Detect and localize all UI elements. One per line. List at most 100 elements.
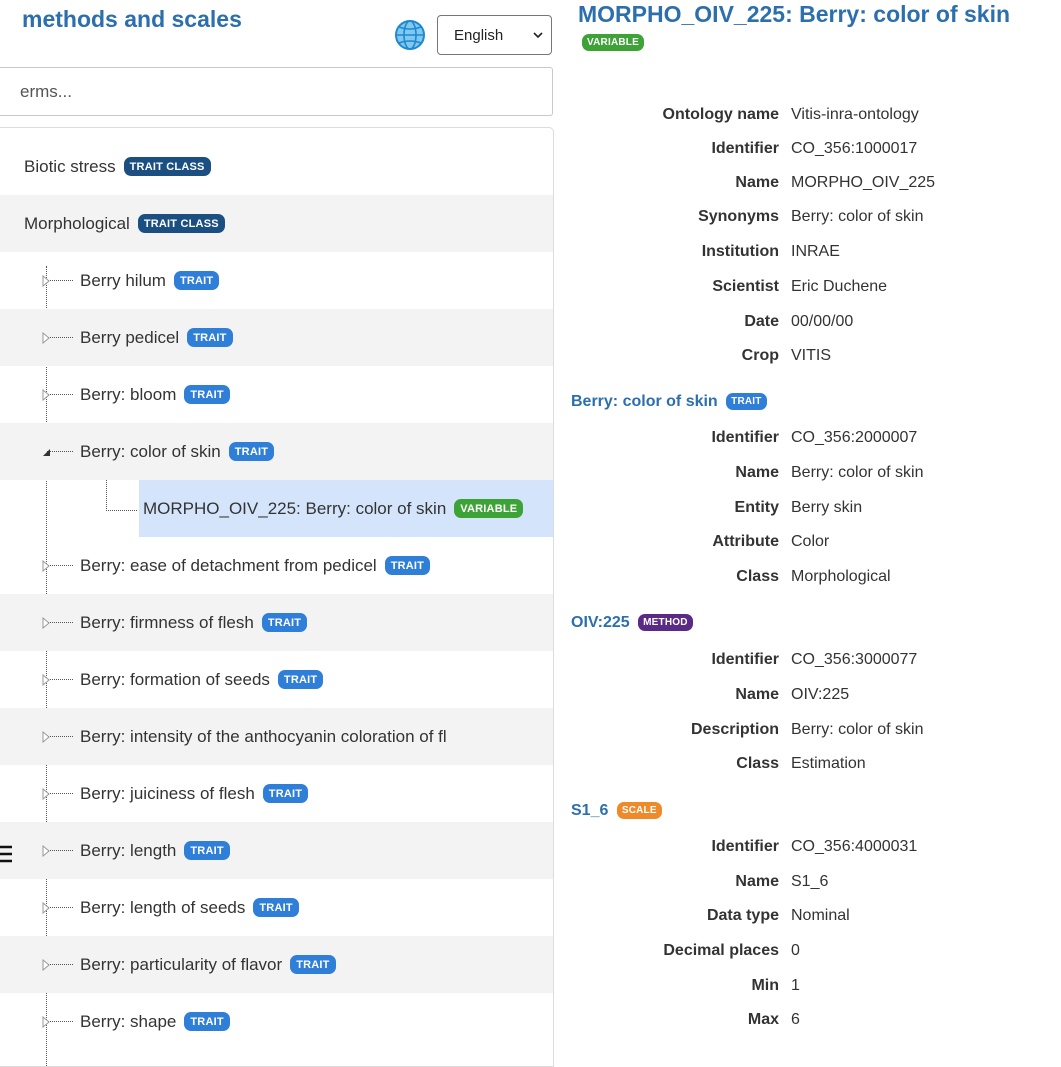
property-value: CO_356:4000031 bbox=[791, 838, 918, 855]
property-label: Name bbox=[735, 174, 779, 191]
property-label: Min bbox=[751, 977, 779, 994]
method-badge: METHOD bbox=[638, 614, 693, 632]
property-label: Synonyms bbox=[698, 208, 779, 225]
triangle-icon[interactable] bbox=[41, 959, 51, 971]
tree-node-label: MORPHO_OIV_225: Berry: color of skin bbox=[143, 498, 447, 518]
property-row: Identifier CO_356:2000007 bbox=[571, 426, 1051, 450]
triangle-down-icon[interactable] bbox=[41, 446, 51, 458]
property-row: Min 1 bbox=[571, 974, 1051, 998]
property-value: Nominal bbox=[791, 907, 850, 924]
tree-node-berry-shape[interactable]: Berry: shape TRAIT bbox=[0, 993, 553, 1050]
tree-node-berry-pedicel[interactable]: Berry pedicel TRAIT bbox=[0, 309, 553, 366]
property-value: OIV:225 bbox=[791, 686, 850, 703]
triangle-icon[interactable] bbox=[41, 788, 51, 800]
tree-node-berry-length-of-seeds[interactable]: Berry: length of seeds TRAIT bbox=[0, 879, 553, 936]
tree-node-berry-hilum[interactable]: Berry hilum TRAIT bbox=[0, 252, 553, 309]
property-label: Name bbox=[735, 464, 779, 481]
language-select[interactable]: English bbox=[437, 15, 552, 55]
tree-node-berry-firmness-of-flesh[interactable]: Berry: firmness of flesh TRAIT bbox=[0, 594, 553, 651]
triangle-icon[interactable] bbox=[41, 731, 51, 743]
scale-section-header[interactable]: S1_6 SCALE bbox=[571, 802, 662, 820]
triangle-icon[interactable] bbox=[41, 845, 51, 857]
triangle-icon[interactable] bbox=[41, 1016, 51, 1028]
property-value: Berry: color of skin bbox=[791, 464, 924, 481]
menu-icon[interactable] bbox=[0, 843, 16, 865]
trait-badge: TRAIT bbox=[384, 556, 431, 575]
trait-section-header[interactable]: Berry: color of skin TRAIT bbox=[571, 393, 767, 411]
tree-node-berry-juiciness-of-flesh[interactable]: Berry: juiciness of flesh TRAIT bbox=[0, 765, 553, 822]
property-label: Decimal places bbox=[663, 942, 779, 959]
property-value: Berry skin bbox=[791, 499, 863, 516]
trait-badge: TRAIT bbox=[261, 613, 308, 632]
trait-badge: TRAIT bbox=[187, 328, 233, 347]
trait-badge: TRAIT bbox=[277, 670, 324, 689]
tree-node-label: Berry: shape bbox=[80, 1011, 177, 1031]
property-row: Entity Berry skin bbox=[571, 496, 1051, 520]
tree-node-berry-particularity-of-flavor[interactable]: Berry: particularity of flavor TRAIT bbox=[0, 936, 553, 993]
property-row: Description Berry: color of skin bbox=[571, 718, 1051, 742]
variable-badge: VARIABLE bbox=[454, 499, 524, 518]
triangle-icon[interactable] bbox=[41, 902, 51, 914]
property-label: Identifier bbox=[711, 140, 779, 157]
triangle-icon[interactable] bbox=[41, 389, 51, 401]
tree-node-biotic-stress[interactable]: Biotic stress TRAIT CLASS bbox=[0, 138, 553, 195]
triangle-icon[interactable] bbox=[41, 674, 51, 686]
property-label: Identifier bbox=[711, 838, 779, 855]
tree-node-morpho-oiv-225[interactable]: MORPHO_OIV_225: Berry: color of skin VAR… bbox=[0, 480, 553, 537]
tree-node-morphological[interactable]: Morphological TRAIT CLASS bbox=[0, 195, 553, 252]
tree-node-label: Berry: firmness of flesh bbox=[80, 612, 254, 632]
property-row: Ontology name Vitis-inra-ontology bbox=[571, 103, 1051, 127]
tree-node-label: Berry pedicel bbox=[80, 327, 180, 347]
property-label: Date bbox=[744, 313, 779, 330]
property-row: Max 6 bbox=[571, 1008, 1051, 1032]
property-label: Entity bbox=[734, 499, 779, 516]
tree-node-berry-length[interactable]: Berry: length TRAIT bbox=[0, 822, 553, 879]
triangle-icon[interactable] bbox=[41, 275, 51, 287]
tree-node-berry-color-of-skin[interactable]: Berry: color of skin TRAIT bbox=[0, 423, 553, 480]
property-row: Date 00/00/00 bbox=[571, 310, 1051, 334]
tree-node-berry-bloom[interactable]: Berry: bloom TRAIT bbox=[0, 366, 553, 423]
property-label: Data type bbox=[706, 907, 779, 924]
globe-icon[interactable] bbox=[393, 18, 427, 52]
triangle-icon[interactable] bbox=[41, 332, 51, 344]
tree-node-label: Berry: formation of seeds bbox=[80, 669, 270, 689]
property-value: CO_356:2000007 bbox=[791, 429, 918, 446]
property-value: VITIS bbox=[791, 347, 832, 364]
trait-badge: TRAIT bbox=[726, 393, 767, 411]
property-value: Vitis-inra-ontology bbox=[791, 106, 919, 123]
property-value: 00/00/00 bbox=[791, 313, 854, 330]
trait-badge: TRAIT bbox=[184, 385, 230, 404]
search-input[interactable] bbox=[0, 67, 553, 116]
triangle-icon[interactable] bbox=[41, 617, 51, 629]
property-label: Description bbox=[690, 721, 779, 738]
trait-badge: TRAIT bbox=[253, 898, 299, 917]
property-row: Synonyms Berry: color of skin bbox=[571, 205, 1051, 229]
property-value: 0 bbox=[791, 942, 800, 959]
property-row: Name S1_6 bbox=[571, 870, 1051, 894]
property-value: 1 bbox=[791, 977, 800, 994]
triangle-icon[interactable] bbox=[41, 560, 51, 572]
detail-title-text: MORPHO_OIV_225: Berry: color of skin bbox=[578, 1, 1011, 27]
method-section-header[interactable]: OIV:225 METHOD bbox=[571, 614, 693, 632]
tree-node-berry-ease-of-detachment[interactable]: Berry: ease of detachment from pedicel T… bbox=[0, 537, 553, 594]
property-label: Name bbox=[735, 686, 779, 703]
property-row: Decimal places 0 bbox=[571, 939, 1051, 963]
tree-node-label: Berry: length of seeds bbox=[80, 897, 246, 917]
tree-node-label: Berry hilum bbox=[80, 270, 166, 290]
property-row: Name Berry: color of skin bbox=[571, 461, 1051, 485]
property-row: Identifier CO_356:3000077 bbox=[571, 648, 1051, 672]
property-row: Attribute Color bbox=[571, 530, 1051, 554]
property-label: Institution bbox=[701, 243, 779, 260]
property-row: Identifier CO_356:1000017 bbox=[571, 137, 1051, 161]
tree-node-label: Berry: length bbox=[80, 840, 177, 860]
property-value: CO_356:1000017 bbox=[791, 140, 918, 157]
property-label: Class bbox=[736, 755, 779, 772]
scale-badge: SCALE bbox=[616, 802, 662, 820]
property-value: 6 bbox=[791, 1011, 800, 1028]
chevron-down-icon bbox=[533, 32, 543, 39]
variable-badge: VARIABLE bbox=[582, 34, 644, 52]
property-row: Identifier CO_356:4000031 bbox=[571, 835, 1051, 859]
tree-node-label: Berry: intensity of the anthocyanin colo… bbox=[80, 726, 447, 746]
tree-node-berry-anthocyanin-coloration[interactable]: Berry: intensity of the anthocyanin colo… bbox=[0, 708, 553, 765]
tree-node-berry-formation-of-seeds[interactable]: Berry: formation of seeds TRAIT bbox=[0, 651, 553, 708]
